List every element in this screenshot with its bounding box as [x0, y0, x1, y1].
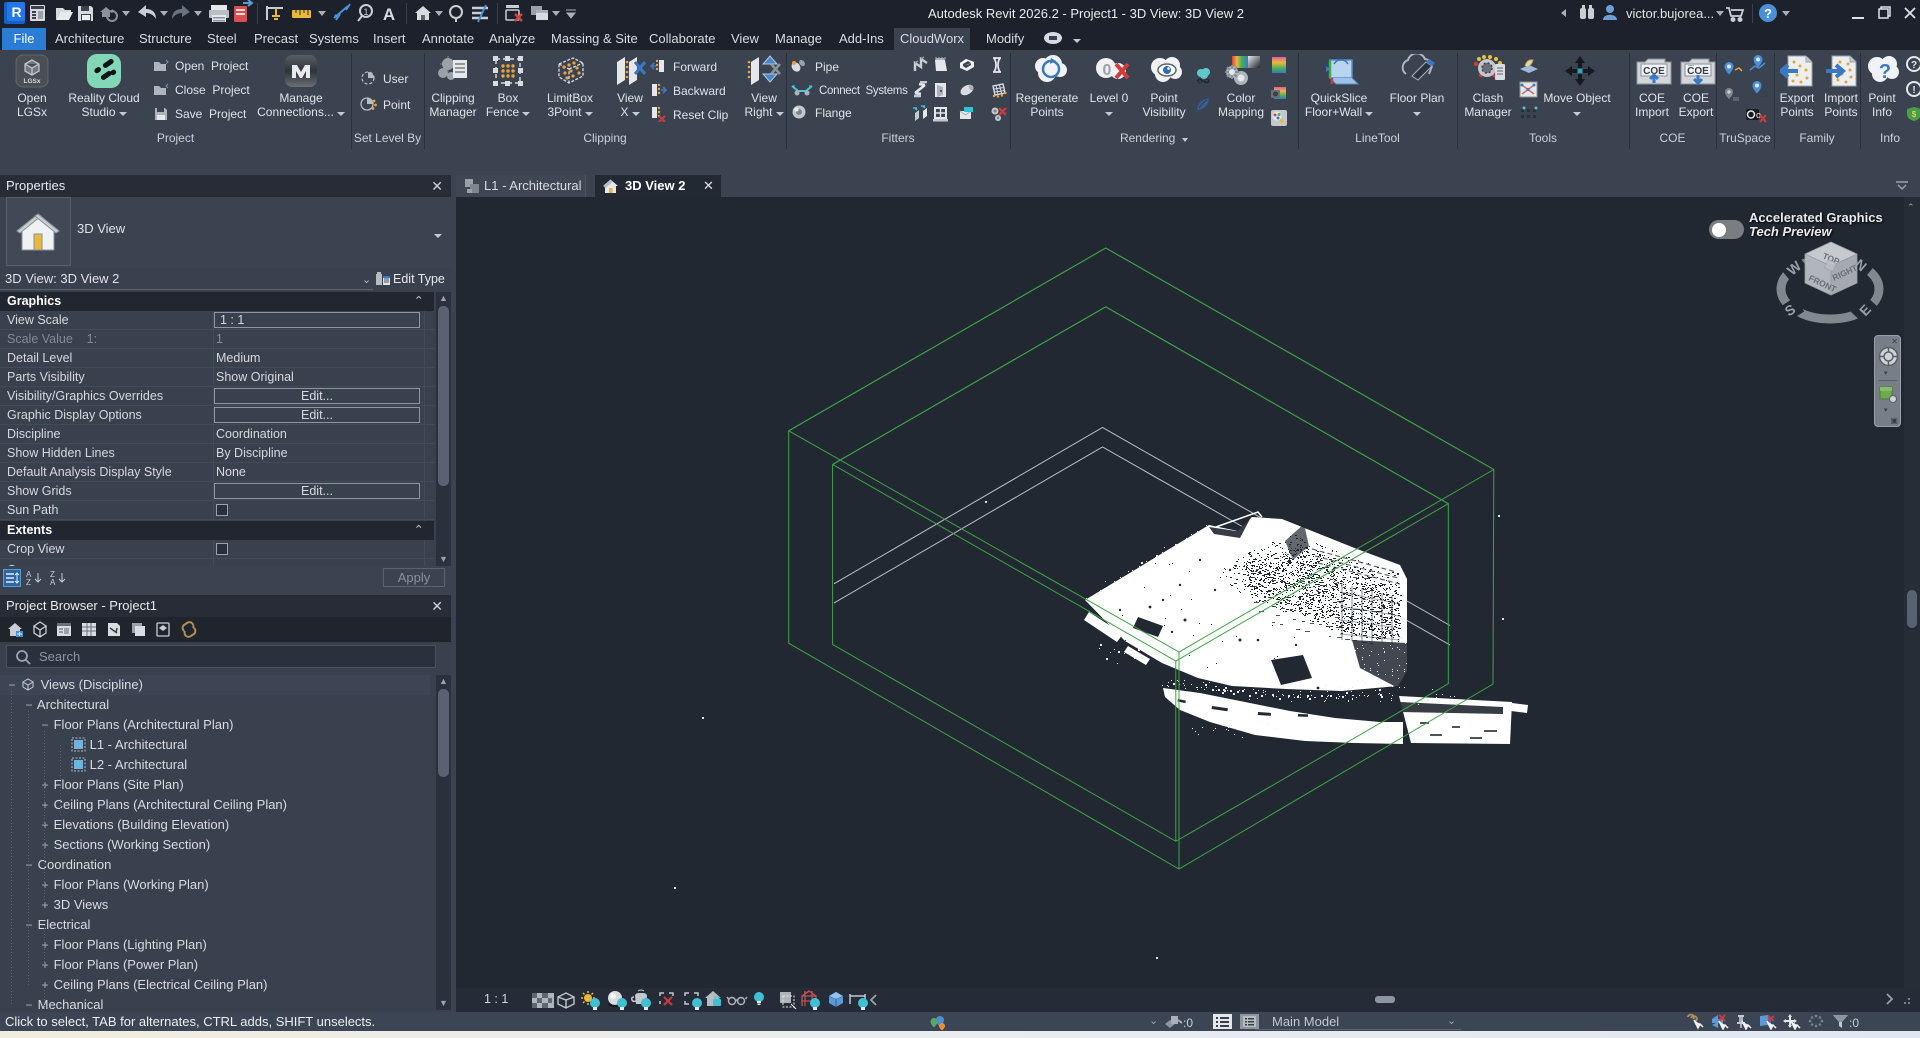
- svg-text:?: ?: [1764, 6, 1772, 21]
- svg-text:R: R: [11, 4, 21, 20]
- svg-text::0: :0: [1849, 1016, 1859, 1030]
- svg-text:1: 1: [363, 7, 368, 17]
- svg-text:A: A: [50, 578, 56, 587]
- svg-text:$: $: [1912, 110, 1917, 119]
- svg-text:victor.bujorea...: victor.bujorea...: [1626, 6, 1714, 21]
- svg-text:!: !: [1912, 85, 1915, 96]
- svg-text:A: A: [383, 5, 395, 24]
- svg-text:?: ?: [1911, 60, 1917, 71]
- svg-text::0: :0: [1183, 1016, 1193, 1029]
- svg-text:?: ?: [1879, 61, 1891, 83]
- svg-text:0: 0: [1103, 62, 1112, 79]
- svg-text:LGSx: LGSx: [24, 78, 41, 85]
- svg-text:Z: Z: [26, 578, 31, 587]
